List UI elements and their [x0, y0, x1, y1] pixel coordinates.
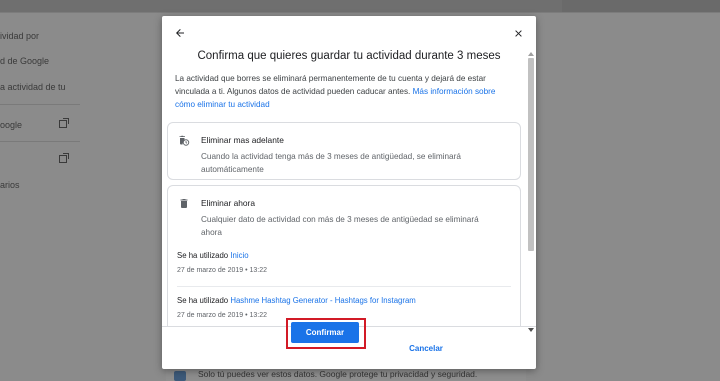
background-sidebar-item: ividad por: [0, 31, 40, 41]
background-sidebar-item: arios: [0, 180, 20, 190]
trash-icon: [180, 199, 188, 208]
lock-icon: [174, 371, 186, 381]
intro-text: La actividad que borres se eliminará per…: [175, 72, 515, 111]
activity-item: Se ha utilizado Inicio 27 de marzo de 20…: [177, 251, 515, 274]
confirm-dialog: Confirma que quieres guardar tu activida…: [162, 16, 536, 369]
dialog-content[interactable]: La actividad que borres se eliminará per…: [162, 68, 536, 326]
external-link-icon: [59, 118, 69, 128]
arrow-back-icon: [176, 29, 184, 37]
background-footer-text: Solo tú puedes ver estos datos. Google p…: [198, 369, 478, 379]
delete-later-title: Eliminar mas adelante: [201, 135, 284, 145]
delete-later-description: Cuando la actividad tenga más de 3 meses…: [201, 152, 461, 174]
activity-link[interactable]: Hashme Hashtag Generator - Hashtags for …: [230, 296, 415, 305]
delete-now-title: Eliminar ahora: [201, 198, 255, 208]
activity-text: Se ha utilizado Inicio: [177, 251, 515, 260]
activity-divider: [177, 286, 511, 287]
activity-prefix: Se ha utilizado: [177, 296, 231, 305]
background-sidebar-divider: [0, 104, 80, 105]
delete-now-card: Eliminar ahora Cualquier dato de activid…: [167, 185, 521, 326]
back-button[interactable]: [170, 23, 190, 43]
delete-later-card: Eliminar mas adelante Cuando la activida…: [167, 122, 521, 180]
confirm-button[interactable]: Confirmar: [291, 322, 359, 343]
activity-item: Se ha utilizado Hashme Hashtag Generator…: [177, 296, 515, 319]
activity-text: Se ha utilizado Hashme Hashtag Generator…: [177, 296, 515, 305]
activity-prefix: Se ha utilizado: [177, 251, 231, 260]
background-sidebar-item: a actividad de tu: [0, 82, 66, 92]
background-header-divider: [0, 12, 720, 13]
activity-date: 27 de marzo de 2019 • 13:22: [177, 267, 268, 274]
scroll-up-arrow[interactable]: [528, 52, 534, 56]
scroll-down-arrow[interactable]: [528, 328, 534, 332]
scheduled-delete-icon: [179, 135, 190, 146]
external-link-icon: [59, 153, 69, 163]
dialog-scrollbar[interactable]: [528, 52, 534, 332]
close-icon: [514, 29, 522, 37]
background-sidebar-item: d de Google: [0, 56, 50, 66]
scroll-thumb[interactable]: [528, 58, 534, 251]
background-sidebar-divider: [0, 141, 80, 142]
activity-link[interactable]: Inicio: [230, 251, 248, 260]
close-button[interactable]: [508, 23, 528, 43]
dialog-title: Confirma que quieres guardar tu activida…: [197, 50, 501, 62]
background-sidebar-item: oogle: [0, 120, 23, 130]
delete-now-description: Cualquier dato de actividad con más de 3…: [201, 215, 479, 237]
cancel-button[interactable]: Cancelar: [402, 340, 450, 358]
